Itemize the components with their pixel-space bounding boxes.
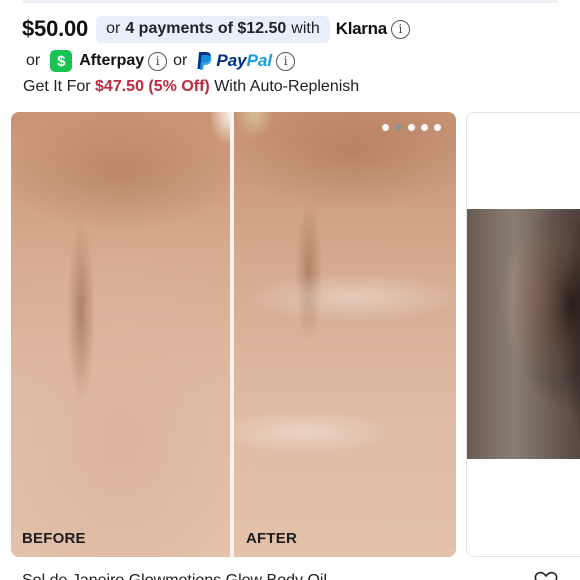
payment-alternatives: or $ Afterpay i or PayPal i bbox=[26, 48, 296, 74]
next-product-card[interactable] bbox=[466, 112, 580, 557]
replenish-prefix: Get It For bbox=[23, 78, 91, 95]
cash-app-icon: $ bbox=[50, 50, 73, 72]
paypal-icon bbox=[197, 52, 212, 70]
carousel-dot[interactable] bbox=[382, 124, 389, 131]
klarna-logo: Klarna bbox=[335, 19, 387, 38]
installments-suffix: with bbox=[291, 20, 320, 37]
carousel-dot-active[interactable] bbox=[395, 124, 402, 131]
auto-replenish-text: Get It For $47.50 (5% Off) With Auto-Rep… bbox=[23, 78, 359, 96]
carousel-dot[interactable] bbox=[434, 124, 441, 131]
product-image-carousel[interactable]: BEFORE AFTER bbox=[11, 112, 456, 557]
after-image bbox=[234, 112, 456, 557]
carousel-dots bbox=[382, 124, 441, 131]
afterpay-label[interactable]: Afterpay bbox=[79, 52, 144, 70]
klarna-installments-pill[interactable]: or 4 payments of $12.50 with bbox=[96, 15, 330, 43]
top-divider bbox=[22, 0, 558, 3]
replenish-suffix: With Auto-Replenish bbox=[214, 78, 360, 95]
paypal-label[interactable]: PayPal bbox=[216, 51, 272, 71]
info-icon[interactable]: i bbox=[276, 51, 296, 71]
price: $50.00 bbox=[22, 16, 89, 41]
installments-amount: 4 payments of $12.50 bbox=[125, 20, 287, 37]
heart-icon[interactable] bbox=[534, 571, 558, 580]
before-label: BEFORE bbox=[22, 530, 86, 547]
or-text: or bbox=[26, 52, 41, 69]
carousel-dot[interactable] bbox=[408, 124, 415, 131]
or-text: or bbox=[173, 52, 188, 69]
info-icon[interactable]: i bbox=[148, 51, 168, 71]
price-row: $50.00 or 4 payments of $12.50 with Klar… bbox=[22, 14, 410, 44]
before-image bbox=[11, 112, 230, 557]
product-title-partial[interactable]: Sol de Janeiro Glowmotions Glow Body Oil bbox=[22, 572, 327, 580]
carousel-dot[interactable] bbox=[421, 124, 428, 131]
after-label: AFTER bbox=[246, 530, 297, 547]
installments-prefix: or bbox=[106, 20, 121, 37]
info-icon[interactable]: i bbox=[390, 19, 410, 39]
replenish-price: $47.50 (5% Off) bbox=[95, 78, 210, 95]
